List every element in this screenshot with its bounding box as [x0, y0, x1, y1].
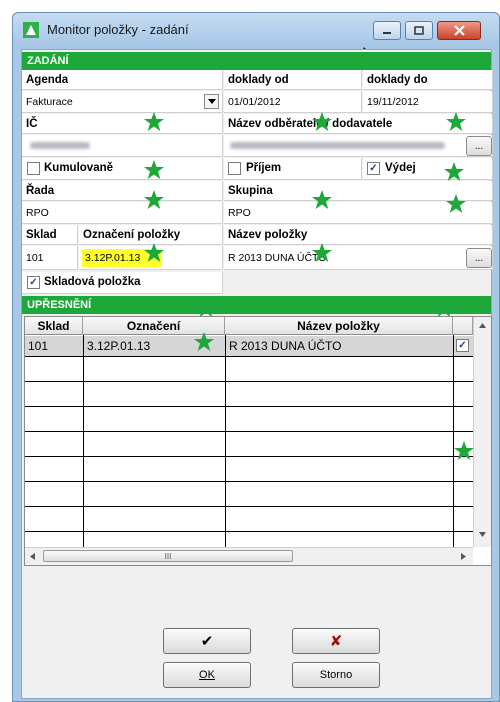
star-icon [312, 243, 332, 262]
check-all-button[interactable]: ✔ [163, 628, 251, 654]
app-icon [23, 22, 39, 38]
window-title: Monitor položky - zadání [47, 22, 189, 37]
title-bar[interactable]: Monitor položky - zadání [13, 13, 499, 47]
close-button[interactable] [437, 21, 481, 40]
star-icon [446, 194, 466, 213]
star-icon [444, 162, 464, 181]
star-icon [312, 190, 332, 209]
agenda-dropdown-button[interactable] [204, 94, 219, 109]
horizontal-scrollbar[interactable]: III [25, 547, 473, 565]
maximize-icon [414, 26, 424, 35]
prijem-label: Příjem [246, 162, 282, 174]
sklad-label: Sklad [26, 229, 57, 241]
star-icon [454, 441, 474, 460]
rada-input[interactable] [22, 202, 223, 224]
star-icon [312, 112, 332, 131]
section-upresneni-header: UPŘESNĚNÍ [22, 296, 491, 314]
vydej-checkbox[interactable]: ✓ [367, 162, 380, 175]
scroll-down-arrow-icon[interactable] [479, 532, 486, 537]
storno-button[interactable]: Storno [292, 662, 380, 688]
row-sklad: 101 [28, 339, 49, 353]
storno-button-label: Storno [319, 669, 353, 681]
star-icon [144, 190, 164, 209]
table-row[interactable]: 101 3.12P.01.13 R 2013 DUNA ÚČTO ✓ [25, 336, 473, 356]
star-icon [194, 332, 214, 351]
row-nazev: R 2013 DUNA ÚČTO [229, 339, 342, 353]
doklady-od-label: doklady od [228, 74, 289, 86]
nazev-polozky-label: Název položky [228, 229, 308, 241]
vydej-checkbox-row[interactable] [363, 158, 493, 180]
dialog-content: ZADÁNÍ Agenda doklady od doklady do Fakt… [21, 49, 493, 699]
section-zadani-header: ZADÁNÍ [22, 52, 491, 70]
maximize-button[interactable] [405, 21, 433, 40]
kumulovane-checkbox[interactable] [27, 162, 40, 175]
skladova-polozka-checkbox[interactable]: ✓ [27, 276, 40, 289]
doklady-od-value: 01/01/2012 [228, 96, 281, 108]
nazev-odberatele-redacted [230, 142, 445, 149]
row-oznaceni: 3.12P.01.13 [87, 339, 151, 353]
scroll-right-arrow-icon[interactable] [461, 553, 466, 560]
star-icon [446, 112, 466, 131]
column-header-sklad[interactable]: Sklad [25, 317, 83, 335]
scroll-up-arrow-icon[interactable] [479, 323, 486, 328]
uncheck-all-button[interactable]: ✘ [292, 628, 380, 654]
column-header-nazev-polozky[interactable]: Název položky [225, 317, 453, 335]
doklady-do-label: doklady do [367, 74, 428, 86]
scroll-left-arrow-icon[interactable] [30, 553, 35, 560]
star-icon [144, 160, 164, 179]
skladova-polozka-label: Skladová položka [44, 276, 141, 288]
skupina-value: RPO [228, 207, 251, 219]
star-icon [144, 112, 164, 131]
close-icon [453, 25, 465, 36]
rada-value: RPO [26, 207, 49, 219]
agenda-value: Fakturace [26, 96, 73, 108]
star-icon [434, 298, 454, 317]
upresneni-grid[interactable]: Sklad Označení Název položky 101 3.12P.0… [24, 316, 492, 566]
ok-button-label: OK [199, 669, 215, 681]
nazev-polozky-browse-button[interactable]: ... [466, 248, 492, 268]
ic-label: IČ [26, 118, 38, 130]
oznaceni-polozky-label: Označení položky [83, 229, 181, 241]
column-header-check [453, 317, 473, 335]
dialog-window: Monitor položky - zadání ZADÁNÍ Agenda d… [12, 12, 500, 702]
minimize-icon [383, 31, 391, 34]
minimize-button[interactable] [373, 21, 401, 40]
vertical-scrollbar[interactable] [473, 317, 491, 547]
checkmark-icon: ✔ [200, 633, 214, 650]
star-icon [196, 298, 216, 317]
skupina-label: Skupina [228, 185, 273, 197]
kumulovane-label: Kumulovaně [44, 162, 114, 174]
oznaceni-polozky-value: 3.12P.01.13 [85, 252, 141, 264]
prijem-checkbox-row[interactable] [224, 158, 362, 180]
vydej-label: Výdej [385, 162, 416, 174]
row-checkbox[interactable]: ✓ [456, 339, 469, 352]
ok-button[interactable]: OK [163, 662, 251, 688]
sklad-value: 101 [26, 252, 44, 264]
doklady-do-value: 19/11/2012 [367, 96, 419, 108]
nazev-odberatele-browse-button[interactable]: ... [466, 136, 492, 156]
star-icon [144, 243, 164, 262]
uncheck-icon: ✘ [329, 633, 343, 650]
prijem-checkbox[interactable] [228, 162, 241, 175]
agenda-label: Agenda [26, 74, 69, 86]
dropdown-arrow-icon [207, 99, 216, 104]
ic-redacted [30, 142, 90, 149]
rada-label: Řada [26, 185, 55, 197]
horizontal-scroll-thumb[interactable]: III [43, 550, 293, 562]
